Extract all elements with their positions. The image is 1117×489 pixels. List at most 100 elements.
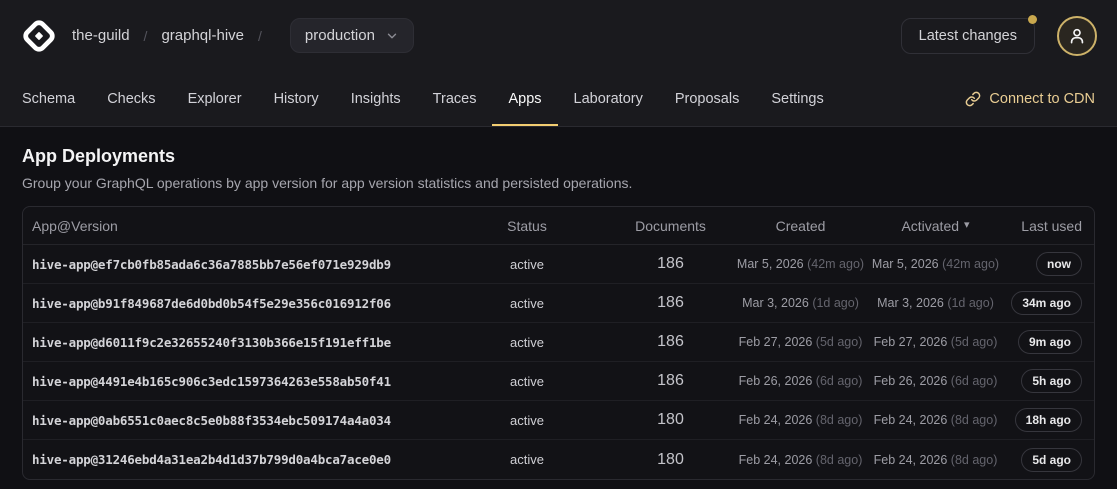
table-row[interactable]: hive-app@d6011f9c2e32655240f3130b366e15f…: [23, 323, 1094, 362]
app-version-cell[interactable]: hive-app@d6011f9c2e32655240f3130b366e15f…: [23, 335, 446, 350]
documents-count-cell: 180: [608, 451, 733, 469]
created-cell: Mar 3, 2026 (1d ago): [733, 296, 868, 310]
created-relative: (42m ago): [807, 257, 864, 271]
column-header-activated[interactable]: Activated ▾: [868, 218, 1003, 234]
column-header-created[interactable]: Created: [733, 218, 868, 234]
tab-settings[interactable]: Settings: [755, 71, 839, 126]
status-cell: active: [446, 257, 608, 272]
created-relative: (8d ago): [816, 413, 863, 427]
latest-changes-button[interactable]: Latest changes: [901, 18, 1035, 54]
activated-relative: (8d ago): [951, 453, 998, 467]
tab-explorer[interactable]: Explorer: [172, 71, 258, 126]
sort-descending-icon: ▾: [964, 220, 970, 231]
breadcrumb-separator: /: [258, 28, 262, 44]
tab-insights[interactable]: Insights: [335, 71, 417, 126]
target-selector-value: production: [305, 27, 375, 44]
table-row[interactable]: hive-app@4491e4b165c906c3edc1597364263e5…: [23, 362, 1094, 401]
activated-relative: (5d ago): [951, 335, 998, 349]
link-icon: [965, 91, 981, 107]
connect-to-cdn-link[interactable]: Connect to CDN: [949, 71, 1111, 126]
status-cell: active: [446, 374, 608, 389]
latest-changes-label: Latest changes: [919, 28, 1017, 44]
column-header-documents[interactable]: Documents: [608, 218, 733, 234]
last-used-badge: now: [1036, 252, 1082, 276]
last-used-badge: 9m ago: [1018, 330, 1082, 354]
app-version-cell[interactable]: hive-app@31246ebd4a31ea2b4d1d37b799d0a4b…: [23, 452, 446, 467]
user-avatar[interactable]: [1057, 16, 1097, 56]
table-row[interactable]: hive-app@b91f849687de6d0bd0b54f5e29e356c…: [23, 284, 1094, 323]
table-row[interactable]: hive-app@0ab6551c0aec8c5e0b88f3534ebc509…: [23, 401, 1094, 440]
tab-laboratory[interactable]: Laboratory: [558, 71, 659, 126]
last-used-badge: 5d ago: [1021, 448, 1082, 472]
column-header-app-version[interactable]: App@Version: [23, 218, 446, 234]
table-row[interactable]: hive-app@31246ebd4a31ea2b4d1d37b799d0a4b…: [23, 440, 1094, 479]
documents-count-cell: 186: [608, 333, 733, 351]
activated-cell: Mar 3, 2026 (1d ago): [868, 296, 1003, 310]
hive-logo-icon[interactable]: [20, 17, 58, 55]
app-version-cell[interactable]: hive-app@4491e4b165c906c3edc1597364263e5…: [23, 374, 446, 389]
created-cell: Mar 5, 2026 (42m ago): [733, 257, 868, 271]
activated-date: Feb 27, 2026: [874, 335, 948, 349]
activated-date: Feb 26, 2026: [874, 374, 948, 388]
status-cell: active: [446, 296, 608, 311]
notification-dot: [1028, 15, 1037, 24]
tab-traces[interactable]: Traces: [417, 71, 493, 126]
documents-count-cell: 186: [608, 255, 733, 273]
status-cell: active: [446, 335, 608, 350]
main-content: App Deployments Group your GraphQL opera…: [0, 127, 1117, 480]
table-header-row: App@Version Status Documents Created Act…: [23, 207, 1094, 245]
target-nav-tabs: SchemaChecksExplorerHistoryInsightsTrace…: [0, 71, 1117, 126]
created-date: Mar 3, 2026: [742, 296, 809, 310]
last-used-cell: 18h ago: [1003, 408, 1094, 432]
app-version-cell[interactable]: hive-app@ef7cb0fb85ada6c36a7885bb7e56ef0…: [23, 257, 446, 272]
column-header-last-used[interactable]: Last used: [1003, 218, 1094, 234]
activated-cell: Mar 5, 2026 (42m ago): [868, 257, 1003, 271]
last-used-badge: 5h ago: [1021, 369, 1082, 393]
created-relative: (6d ago): [816, 374, 863, 388]
column-header-status[interactable]: Status: [446, 218, 608, 234]
activated-date: Mar 5, 2026: [872, 257, 939, 271]
table-row[interactable]: hive-app@ef7cb0fb85ada6c36a7885bb7e56ef0…: [23, 245, 1094, 284]
breadcrumb-org[interactable]: the-guild: [72, 27, 130, 44]
created-cell: Feb 24, 2026 (8d ago): [733, 453, 868, 467]
app-version-cell[interactable]: hive-app@b91f849687de6d0bd0b54f5e29e356c…: [23, 296, 446, 311]
activated-cell: Feb 26, 2026 (6d ago): [868, 374, 1003, 388]
created-relative: (1d ago): [812, 296, 859, 310]
breadcrumb-separator: /: [144, 28, 148, 44]
activated-date: Feb 24, 2026: [874, 453, 948, 467]
activated-relative: (8d ago): [951, 413, 998, 427]
chevron-down-icon: [385, 29, 399, 43]
created-relative: (8d ago): [816, 453, 863, 467]
tab-history[interactable]: History: [258, 71, 335, 126]
status-cell: active: [446, 413, 608, 428]
tab-proposals[interactable]: Proposals: [659, 71, 755, 126]
documents-count-cell: 186: [608, 294, 733, 312]
activated-relative: (42m ago): [942, 257, 999, 271]
breadcrumb-bar: the-guild / graphql-hive / production La…: [0, 0, 1117, 71]
tab-apps[interactable]: Apps: [492, 71, 557, 126]
tab-schema[interactable]: Schema: [6, 71, 91, 126]
top-bar: the-guild / graphql-hive / production La…: [0, 0, 1117, 127]
activated-relative: (6d ago): [951, 374, 998, 388]
activated-cell: Feb 24, 2026 (8d ago): [868, 453, 1003, 467]
activated-cell: Feb 24, 2026 (8d ago): [868, 413, 1003, 427]
documents-count-cell: 180: [608, 411, 733, 429]
created-date: Feb 24, 2026: [739, 453, 813, 467]
created-cell: Feb 24, 2026 (8d ago): [733, 413, 868, 427]
status-cell: active: [446, 452, 608, 467]
tab-checks[interactable]: Checks: [91, 71, 171, 126]
target-selector[interactable]: production: [290, 18, 414, 53]
user-icon: [1067, 26, 1087, 46]
connect-to-cdn-label: Connect to CDN: [989, 91, 1095, 107]
column-header-activated-label: Activated: [901, 218, 959, 234]
last-used-badge: 18h ago: [1015, 408, 1082, 432]
created-date: Feb 27, 2026: [739, 335, 813, 349]
last-used-cell: 5d ago: [1003, 448, 1094, 472]
breadcrumb-project[interactable]: graphql-hive: [161, 27, 244, 44]
activated-cell: Feb 27, 2026 (5d ago): [868, 335, 1003, 349]
app-version-cell[interactable]: hive-app@0ab6551c0aec8c5e0b88f3534ebc509…: [23, 413, 446, 428]
table-body: hive-app@ef7cb0fb85ada6c36a7885bb7e56ef0…: [23, 245, 1094, 479]
created-cell: Feb 26, 2026 (6d ago): [733, 374, 868, 388]
created-relative: (5d ago): [816, 335, 863, 349]
documents-count-cell: 186: [608, 372, 733, 390]
